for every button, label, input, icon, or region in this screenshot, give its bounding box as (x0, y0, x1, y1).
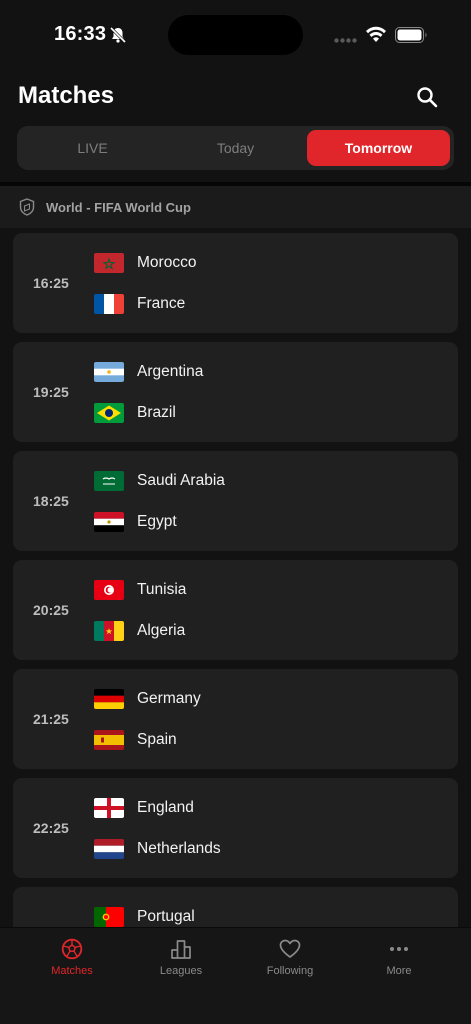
away-team: Algeria (94, 620, 185, 642)
team-name: Algeria (137, 622, 186, 639)
team-name: Brazil (137, 404, 176, 421)
match-card[interactable]: 20:25 Tunisia Algeria (13, 560, 458, 660)
tab-label: Leagues (159, 965, 203, 977)
team-name: Egypt (137, 513, 177, 530)
bell-slash-icon (109, 26, 127, 44)
search-icon (417, 87, 438, 108)
team-name: Portugal (137, 908, 195, 925)
away-team: Brazil (94, 402, 176, 424)
flag-brazil-icon (94, 403, 124, 423)
match-time: 21:25 (33, 711, 69, 727)
team-name: Germany (137, 690, 201, 707)
tab-live[interactable]: LIVE (21, 130, 164, 166)
away-team: Spain (94, 729, 177, 751)
status-bar: 16:33 (0, 0, 471, 70)
tab-following[interactable]: Following (235, 938, 345, 982)
match-time: 18:25 (33, 493, 69, 509)
flag-tunisia-icon (94, 580, 124, 600)
home-team: Argentina (94, 361, 203, 383)
team-name: Spain (137, 731, 177, 748)
match-card[interactable]: Portugal (13, 887, 458, 927)
match-list: 16:25 Morocco France 19:25 Argentina Bra… (0, 228, 471, 927)
flag-france-icon (94, 294, 124, 314)
match-time: 16:25 (33, 275, 69, 291)
bottom-tab-bar: Matches Leagues Following More (0, 927, 471, 1024)
signal-icon (334, 38, 357, 43)
tab-tomorrow[interactable]: Tomorrow (307, 130, 450, 166)
home-team: Saudi Arabia (94, 470, 225, 492)
flag-saudi-arabia-icon (94, 471, 124, 491)
tab-leagues[interactable]: Leagues (126, 938, 236, 982)
tab-more[interactable]: More (344, 938, 454, 982)
shield-icon (19, 198, 35, 216)
home-team: Tunisia (94, 579, 186, 601)
match-card[interactable]: 16:25 Morocco France (13, 233, 458, 333)
match-card[interactable]: 18:25 Saudi Arabia Egypt (13, 451, 458, 551)
flag-cameroon-like-icon (94, 621, 124, 641)
match-card[interactable]: 21:25 Germany Spain (13, 669, 458, 769)
flag-germany-icon (94, 689, 124, 709)
league-name: World - FIFA World Cup (46, 199, 191, 215)
away-team: Netherlands (94, 838, 221, 860)
battery-icon (395, 27, 427, 43)
match-time: 20:25 (33, 602, 69, 618)
tab-label: More (386, 965, 412, 977)
page-title: Matches (18, 82, 115, 109)
soccer-ball-icon (61, 938, 83, 960)
match-time: 22:25 (33, 820, 69, 836)
home-team: England (94, 797, 194, 819)
flag-spain-icon (94, 730, 124, 750)
tab-label: Following (266, 965, 314, 977)
match-time: 19:25 (33, 384, 69, 400)
flag-argentina-icon (94, 362, 124, 382)
tab-today[interactable]: Today (164, 130, 307, 166)
team-name: France (137, 295, 186, 312)
more-dots-icon (390, 947, 408, 951)
home-team: Portugal (94, 906, 195, 927)
team-name: England (137, 799, 194, 816)
podium-icon (171, 940, 191, 959)
flag-portugal-icon (94, 907, 124, 927)
home-team: Morocco (94, 252, 196, 274)
match-card[interactable]: 22:25 England Netherlands (13, 778, 458, 878)
team-name: Saudi Arabia (137, 472, 225, 489)
dynamic-island (168, 15, 303, 55)
wifi-icon (366, 26, 386, 42)
heart-icon (279, 939, 301, 958)
search-button[interactable] (413, 83, 441, 111)
flag-egypt-icon (94, 512, 124, 532)
away-team: Egypt (94, 511, 177, 533)
flag-morocco-icon (94, 253, 124, 273)
date-segmented-control: LIVE Today Tomorrow (17, 126, 454, 170)
team-name: Tunisia (137, 581, 187, 598)
status-time: 16:33 (54, 23, 107, 45)
flag-netherlands-icon (94, 839, 124, 859)
home-team: Germany (94, 688, 201, 710)
team-name: Netherlands (137, 840, 221, 857)
team-name: Morocco (137, 254, 197, 271)
match-card[interactable]: 19:25 Argentina Brazil (13, 342, 458, 442)
flag-england-icon (94, 798, 124, 818)
tab-label: Matches (51, 965, 93, 977)
tab-matches[interactable]: Matches (17, 938, 127, 982)
away-team: France (94, 293, 185, 315)
team-name: Argentina (137, 363, 204, 380)
league-header[interactable]: World - FIFA World Cup (0, 186, 471, 228)
